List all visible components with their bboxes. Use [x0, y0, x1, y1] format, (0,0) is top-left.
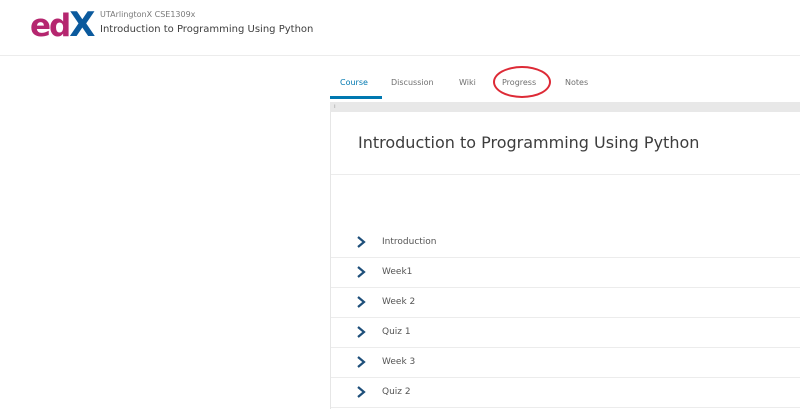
outline-item-quiz1[interactable]: Quiz 1 [331, 318, 800, 348]
page-title: Introduction to Programming Using Python [358, 133, 700, 152]
panel-divider [331, 174, 800, 175]
chevron-right-icon [357, 266, 366, 278]
course-org: UTArlingtonX CSE1309x [100, 10, 196, 19]
outline-item-label: Week 3 [382, 357, 416, 367]
outline-item-label: Week 2 [382, 297, 416, 307]
progress-highlight-circle [493, 66, 551, 98]
chevron-right-icon [357, 356, 366, 368]
tab-course[interactable]: Course [340, 78, 368, 87]
chevron-right-icon [357, 386, 366, 398]
tab-discussion[interactable]: Discussion [391, 78, 434, 87]
outline-item-label: Introduction [382, 237, 437, 247]
outline-item-label: Quiz 1 [382, 327, 411, 337]
chevron-right-icon [357, 326, 366, 338]
outline-item-week2[interactable]: Week 2 [331, 288, 800, 318]
logo-text-x: X [69, 5, 95, 45]
course-outline: Introduction Week1 Week 2 Quiz 1 Week 3 … [331, 228, 800, 408]
outline-item-week3[interactable]: Week 3 [331, 348, 800, 378]
outline-item-week1[interactable]: Week1 [331, 258, 800, 288]
logo-text-ed: ed [30, 8, 71, 44]
outline-item-introduction[interactable]: Introduction [331, 228, 800, 258]
course-title: Introduction to Programming Using Python [100, 24, 314, 35]
active-tab-indicator [330, 96, 382, 99]
outline-item-label: Week1 [382, 267, 413, 277]
course-toolbar [330, 102, 800, 112]
site-header: edX UTArlingtonX CSE1309x Introduction t… [0, 0, 800, 50]
outline-item-label: Quiz 2 [382, 387, 411, 397]
edx-logo[interactable]: edX [30, 5, 95, 45]
page: edX UTArlingtonX CSE1309x Introduction t… [0, 0, 800, 409]
tab-wiki[interactable]: Wiki [459, 78, 476, 87]
chevron-right-icon [357, 296, 366, 308]
outline-item-quiz2[interactable]: Quiz 2 [331, 378, 800, 408]
tab-notes[interactable]: Notes [565, 78, 588, 87]
toolbar-mark: ı [334, 103, 336, 110]
header-divider [0, 55, 800, 56]
chevron-right-icon [357, 236, 366, 248]
